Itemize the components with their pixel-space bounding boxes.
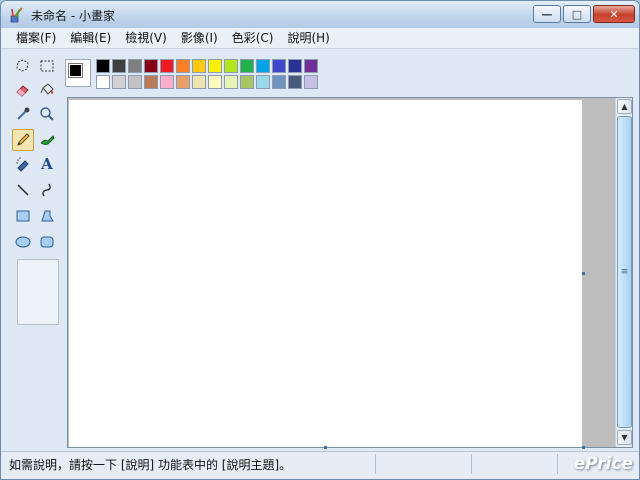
color-swatch[interactable]	[160, 59, 174, 73]
menu-colors[interactable]: 色彩(C)	[225, 29, 281, 48]
vertical-scrollbar[interactable]: ▲ ≡ ▼	[615, 98, 632, 447]
color-swatch[interactable]	[256, 59, 270, 73]
canvas-area: ▲ ≡ ▼	[67, 97, 633, 449]
status-divider	[471, 454, 472, 474]
color-swatch[interactable]	[128, 75, 142, 89]
magnifier-icon	[40, 107, 54, 121]
color-swatch[interactable]	[144, 75, 158, 89]
text-tool[interactable]: A	[36, 153, 58, 175]
brush-tool[interactable]	[36, 129, 58, 151]
window-title: 未命名 - 小畫家	[31, 9, 115, 23]
menu-image[interactable]: 影像(I)	[174, 29, 225, 48]
color-palette	[65, 57, 325, 91]
airbrush-icon	[16, 157, 29, 172]
resize-handle-corner[interactable]	[582, 446, 585, 449]
color-swatch[interactable]	[288, 75, 302, 89]
paint-window: 未命名 - 小畫家 — □ ✕ 檔案(F) 編輯(E) 檢視(V) 影像(I) …	[0, 0, 640, 480]
status-divider	[557, 454, 558, 474]
pencil-icon	[17, 133, 30, 146]
brush-icon	[40, 135, 55, 145]
toolbox: A	[9, 55, 63, 445]
window-controls: — □ ✕	[533, 5, 635, 23]
fill-tool[interactable]	[36, 79, 58, 101]
scroll-down-button[interactable]: ▼	[617, 430, 632, 445]
color-swatches	[96, 59, 319, 90]
ellipse-icon	[15, 236, 31, 248]
status-bar: 如需說明，請按一下 [說明] 功能表中的 [說明主題]。 ePrice	[1, 451, 639, 479]
color-swatch[interactable]	[208, 59, 222, 73]
menu-view[interactable]: 檢視(V)	[118, 29, 174, 48]
color-swatch[interactable]	[240, 59, 254, 73]
color-swatch[interactable]	[304, 75, 318, 89]
eraser-tool[interactable]	[12, 79, 34, 101]
resize-handle-bottom[interactable]	[324, 446, 327, 449]
free-form-select-tool[interactable]	[12, 55, 34, 77]
color-swatch[interactable]	[144, 59, 158, 73]
rectangle-icon	[16, 210, 30, 222]
rounded-rectangle-tool[interactable]	[36, 231, 58, 253]
color-swatch[interactable]	[272, 59, 286, 73]
line-icon	[17, 184, 29, 196]
eprice-watermark: ePrice	[573, 454, 633, 474]
status-help-text: 如需說明，請按一下 [說明] 功能表中的 [說明主題]。	[9, 458, 292, 472]
minimize-button[interactable]: —	[533, 5, 561, 23]
paint-bucket-icon	[40, 83, 54, 95]
title-bar[interactable]: 未命名 - 小畫家 — □ ✕	[1, 1, 639, 28]
color-swatch[interactable]	[96, 59, 110, 73]
color-swatch[interactable]	[224, 75, 238, 89]
ellipse-tool[interactable]	[12, 231, 34, 253]
curve-icon	[42, 183, 51, 197]
tool-options-panel[interactable]	[17, 259, 59, 325]
menu-file[interactable]: 檔案(F)	[9, 29, 63, 48]
airbrush-tool[interactable]	[12, 153, 34, 175]
color-swatch[interactable]	[112, 59, 126, 73]
select-tool[interactable]	[36, 55, 58, 77]
color-swatch[interactable]	[112, 75, 126, 89]
text-icon: A	[41, 155, 53, 173]
drawing-canvas[interactable]	[69, 100, 582, 447]
color-swatch[interactable]	[256, 75, 270, 89]
color-swatch[interactable]	[96, 75, 110, 89]
line-tool[interactable]	[12, 179, 34, 201]
color-swatch[interactable]	[192, 75, 206, 89]
rectangle-tool[interactable]	[12, 205, 34, 227]
color-swatch[interactable]	[192, 59, 206, 73]
resize-handle-right[interactable]	[582, 272, 585, 275]
scroll-up-button[interactable]: ▲	[617, 99, 632, 114]
foreground-color[interactable]	[68, 63, 83, 78]
color-picker-tool[interactable]	[12, 103, 34, 125]
curve-tool[interactable]	[36, 179, 58, 201]
color-swatch[interactable]	[176, 75, 190, 89]
free-select-icon	[16, 59, 29, 72]
status-divider	[375, 454, 376, 474]
menu-help[interactable]: 說明(H)	[280, 29, 336, 48]
polygon-icon	[41, 210, 54, 222]
color-swatch[interactable]	[176, 59, 190, 73]
menu-edit[interactable]: 編輯(E)	[63, 29, 118, 48]
eraser-icon	[16, 85, 29, 97]
color-swatch[interactable]	[288, 59, 302, 73]
eyedropper-icon	[17, 107, 30, 120]
color-swatch[interactable]	[128, 59, 142, 73]
scroll-thumb[interactable]: ≡	[617, 116, 632, 428]
polygon-tool[interactable]	[36, 205, 58, 227]
menu-bar: 檔案(F) 編輯(E) 檢視(V) 影像(I) 色彩(C) 說明(H)	[1, 28, 639, 49]
current-colors[interactable]	[65, 59, 91, 87]
color-swatch[interactable]	[272, 75, 286, 89]
paint-app-icon	[10, 7, 23, 23]
pencil-tool[interactable]	[12, 129, 34, 151]
color-swatch[interactable]	[224, 59, 238, 73]
close-button[interactable]: ✕	[593, 5, 635, 23]
rect-select-icon	[40, 60, 54, 72]
color-swatch[interactable]	[160, 75, 174, 89]
color-swatch[interactable]	[240, 75, 254, 89]
color-swatch[interactable]	[304, 59, 318, 73]
maximize-button[interactable]: □	[563, 5, 591, 23]
color-swatch[interactable]	[208, 75, 222, 89]
rounded-rect-icon	[40, 236, 54, 248]
magnifier-tool[interactable]	[36, 103, 58, 125]
